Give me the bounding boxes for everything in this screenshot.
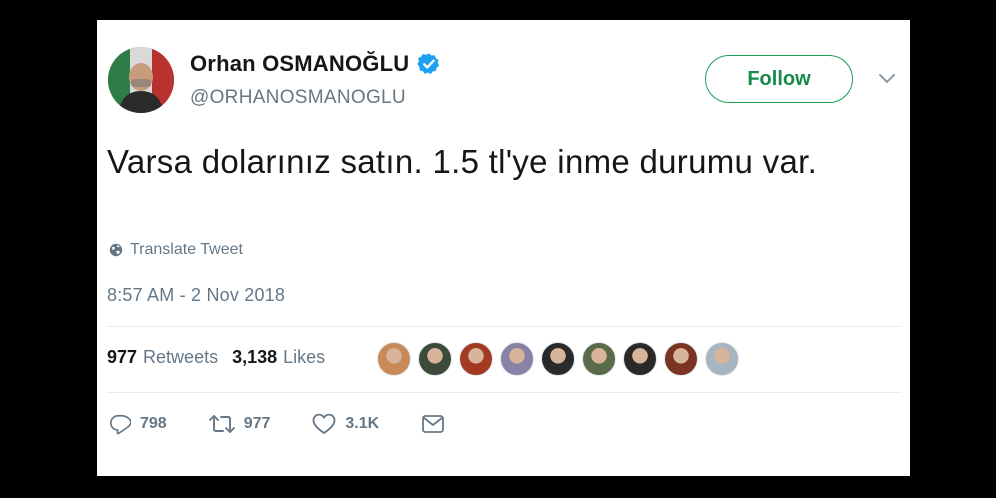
- retweet-button[interactable]: 977: [208, 413, 271, 435]
- tweet-card: Orhan OSMANOĞLU @ORHANOSMANOGLU Follow V…: [97, 20, 910, 476]
- translate-label: Translate Tweet: [130, 241, 243, 258]
- tweet-text: Varsa dolarınız satın. 1.5 tl'ye inme du…: [107, 143, 818, 180]
- liker-avatar[interactable]: [377, 342, 411, 376]
- chevron-down-icon[interactable]: [878, 73, 896, 85]
- reply-count: 798: [140, 415, 167, 432]
- likes-label[interactable]: Likes: [283, 347, 325, 368]
- direct-message-button[interactable]: [421, 414, 454, 434]
- author-display-name[interactable]: Orhan OSMANOĞLU: [190, 51, 409, 77]
- retweet-icon: [208, 415, 235, 433]
- liker-avatar[interactable]: [623, 342, 657, 376]
- reply-button[interactable]: 798: [109, 413, 167, 435]
- liker-avatar[interactable]: [705, 342, 739, 376]
- envelope-icon: [422, 415, 445, 433]
- liker-avatars: [377, 342, 746, 376]
- liker-avatar[interactable]: [541, 342, 575, 376]
- like-count: 3.1K: [345, 415, 380, 432]
- globe-icon: [109, 243, 123, 257]
- liker-avatar[interactable]: [418, 342, 452, 376]
- author-avatar[interactable]: [108, 47, 174, 113]
- likes-count[interactable]: 3,138: [232, 347, 277, 368]
- reply-icon: [110, 414, 131, 435]
- retweet-count: 977: [243, 415, 271, 432]
- divider: [107, 392, 902, 393]
- author-name-row: Orhan OSMANOĞLU: [190, 51, 441, 77]
- liker-avatar[interactable]: [459, 342, 493, 376]
- retweets-label[interactable]: Retweets: [143, 347, 218, 368]
- liker-avatar[interactable]: [500, 342, 534, 376]
- tweet-actions: 798 977 3.1K: [109, 413, 496, 435]
- liker-avatar[interactable]: [582, 342, 616, 376]
- translate-tweet-link[interactable]: Translate Tweet: [109, 241, 243, 259]
- divider: [107, 326, 902, 327]
- author-handle[interactable]: @ORHANOSMANOGLU: [190, 87, 406, 109]
- retweets-count[interactable]: 977: [107, 347, 137, 368]
- heart-icon: [313, 413, 336, 434]
- engagement-stats: 977 Retweets 3,138 Likes: [107, 347, 339, 368]
- liker-avatar[interactable]: [664, 342, 698, 376]
- follow-button[interactable]: Follow: [705, 55, 853, 103]
- like-button[interactable]: 3.1K: [312, 413, 379, 435]
- verified-badge-icon: [417, 53, 440, 74]
- tweet-timestamp[interactable]: 8:57 AM - 2 Nov 2018: [107, 285, 285, 306]
